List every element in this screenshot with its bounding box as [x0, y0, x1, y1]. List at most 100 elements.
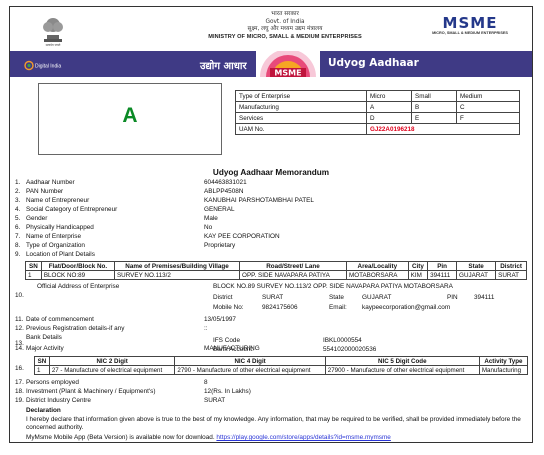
- table-header: SN: [25, 261, 42, 271]
- udyog-aadhaar-hindi: उद्योग आधार: [200, 61, 247, 72]
- field-label: Aadhaar Number: [26, 179, 75, 186]
- field-label: Name of Enterprise: [26, 233, 82, 240]
- table-cell: SURAT: [495, 270, 527, 280]
- field-number: 3.: [15, 197, 21, 204]
- district-value: SURAT: [262, 294, 284, 301]
- table-cell: F: [456, 112, 520, 124]
- declaration-text: I hereby declare that information given …: [26, 416, 521, 431]
- pin-label: PIN: [447, 294, 458, 301]
- declaration-heading: Declaration: [26, 407, 61, 414]
- table-header: SN: [34, 356, 50, 366]
- district-label: District: [213, 294, 233, 301]
- table-header: State: [456, 261, 497, 271]
- field-label: Previous Registration details-if any: [26, 325, 125, 332]
- field-value: KANUBHAI PARSHOTAMBHAI PATEL: [204, 197, 314, 204]
- table-row: Type of Enterprise Micro Small Medium: [235, 90, 520, 102]
- udyog-aadhaar-badge-icon: MSME: [256, 51, 320, 77]
- table-row: UAM No. GJ22A0196218: [235, 123, 520, 135]
- table-header: City: [407, 261, 429, 271]
- field-number: 12.: [15, 325, 24, 332]
- enterprise-type-table: Type of Enterprise Micro Small Medium Ma…: [235, 90, 520, 135]
- table-cell: Micro: [366, 90, 412, 102]
- field-number: 4.: [15, 206, 21, 213]
- ministry-hindi-3: सूक्ष्म, लघु और मध्यम उद्यम मंत्रालय: [247, 26, 323, 32]
- table-header: NIC 4 Digit: [174, 356, 326, 366]
- digital-india-logo-icon: Digital India: [22, 59, 66, 72]
- mobile-app-note: MyMsme Mobile App (Beta Version) is avai…: [26, 434, 391, 441]
- ministry-hindi-2: Govt. of India: [265, 18, 305, 25]
- uam-number: GJ22A0196218: [366, 123, 520, 135]
- table-cell: D: [366, 112, 412, 124]
- udyog-aadhaar-english: Udyog Aadhaar: [328, 57, 419, 69]
- table-cell: 2790 - Manufacture of other electrical e…: [174, 365, 326, 375]
- nic-code-table: SN NIC 2 Digit NIC 4 Digit NIC 5 Digit C…: [34, 356, 529, 375]
- account-value: 554102000020536: [323, 346, 377, 353]
- uam-label: UAM No.: [235, 123, 367, 135]
- pin-value: 394111: [474, 294, 495, 301]
- table-cell: Manufacturing: [478, 365, 529, 375]
- field-value: SURAT: [204, 397, 226, 404]
- svg-text:MSME: MSME: [274, 69, 301, 78]
- category-box: A: [38, 83, 222, 155]
- msme-logo-subtitle: MICRO, SMALL & MEDIUM ENTERPRISES: [432, 31, 508, 35]
- field-value: ::: [204, 325, 208, 332]
- email-label: Email:: [329, 304, 347, 311]
- table-cell: Type of Enterprise: [235, 90, 367, 102]
- table-cell: GUJARAT: [456, 270, 497, 280]
- field-value: 8: [204, 379, 208, 386]
- ministry-english: MINISTRY OF MICRO, SMALL & MEDIUM ENTERP…: [208, 33, 362, 40]
- mobile-value: 9824175606: [262, 304, 298, 311]
- field-value: Male: [204, 215, 218, 222]
- field-label: District Industry Centre: [26, 397, 91, 404]
- table-cell: OPP. SIDE NAVAPARA PATIYA: [239, 270, 347, 280]
- plant-location-table: SN Flat/Door/Block No. Name of Premises/…: [25, 261, 527, 280]
- table-header: NIC 5 Digit Code: [324, 356, 480, 366]
- bank-label: Bank Details: [26, 334, 62, 341]
- svg-text:सत्यमेव जयते: सत्यमेव जयते: [46, 43, 61, 47]
- table-header: NIC 2 Digit: [48, 356, 176, 366]
- table-cell: 1: [25, 270, 42, 280]
- ministry-hindi-1: भारत सरकार: [271, 11, 299, 17]
- table-row: Services D E F: [235, 112, 520, 124]
- field-value: ABLPP4508N: [204, 188, 244, 195]
- field-value: 12(Rs. In Lakhs): [204, 388, 251, 395]
- ifs-value: IBKL0000554: [323, 337, 362, 344]
- msme-logo: MSME MICRO, SMALL & MEDIUM ENTERPRISES: [424, 15, 516, 45]
- field-number: 5.: [15, 215, 21, 222]
- field-value: KAY PEE CORPORATION: [204, 233, 280, 240]
- app-note-text: MyMsme Mobile App (Beta Version) is avai…: [26, 434, 215, 441]
- field-number: 18.: [15, 388, 24, 395]
- table-row: Manufacturing A B C: [235, 101, 520, 113]
- email-value: kaypeecorporation@gmail.com: [362, 304, 451, 311]
- table-header-row: SN Flat/Door/Block No. Name of Premises/…: [25, 261, 527, 271]
- field-value: No: [204, 224, 213, 231]
- field-label: Investment (Plant & Machinery / Equipmen…: [26, 388, 156, 395]
- ministry-block: भारत सरकार Govt. of India सूक्ष्म, लघु औ…: [170, 11, 400, 41]
- table-header: District: [495, 261, 527, 271]
- field-value: 13/05/1997: [204, 316, 236, 323]
- field-label: Type of Organization: [26, 242, 85, 249]
- state-label: State: [329, 294, 344, 301]
- table-row: 1 27 - Manufacture of electrical equipme…: [34, 365, 529, 375]
- field-label: Location of Plant Details: [26, 251, 95, 258]
- field-number: 10.: [15, 292, 24, 299]
- table-cell: 394111: [427, 270, 458, 280]
- field-number: 6.: [15, 224, 21, 231]
- field-value: MANUFACTURING: [204, 345, 260, 352]
- table-cell: SURVEY NO.113/2: [113, 270, 241, 280]
- field-number: 2.: [15, 188, 21, 195]
- category-letter: A: [122, 104, 138, 127]
- app-download-link[interactable]: https://play.google.com/store/apps/detai…: [216, 434, 390, 441]
- table-cell: BLOCK NO:89: [40, 270, 115, 280]
- ifs-label: IFS Code: [213, 337, 240, 344]
- table-cell: B: [411, 101, 457, 113]
- ashoka-emblem-icon: सत्यमेव जयते: [43, 18, 63, 47]
- field-value: Proprietary: [204, 242, 236, 249]
- office-label: Official Address of Enterprise: [37, 283, 120, 290]
- field-number: 1.: [15, 179, 21, 186]
- table-cell: C: [456, 101, 520, 113]
- table-header: Area/Locality: [345, 261, 409, 271]
- field-number: 9.: [15, 251, 21, 258]
- field-number: 16.: [15, 365, 24, 372]
- table-row: 1 BLOCK NO:89 SURVEY NO.113/2 OPP. SIDE …: [25, 270, 527, 280]
